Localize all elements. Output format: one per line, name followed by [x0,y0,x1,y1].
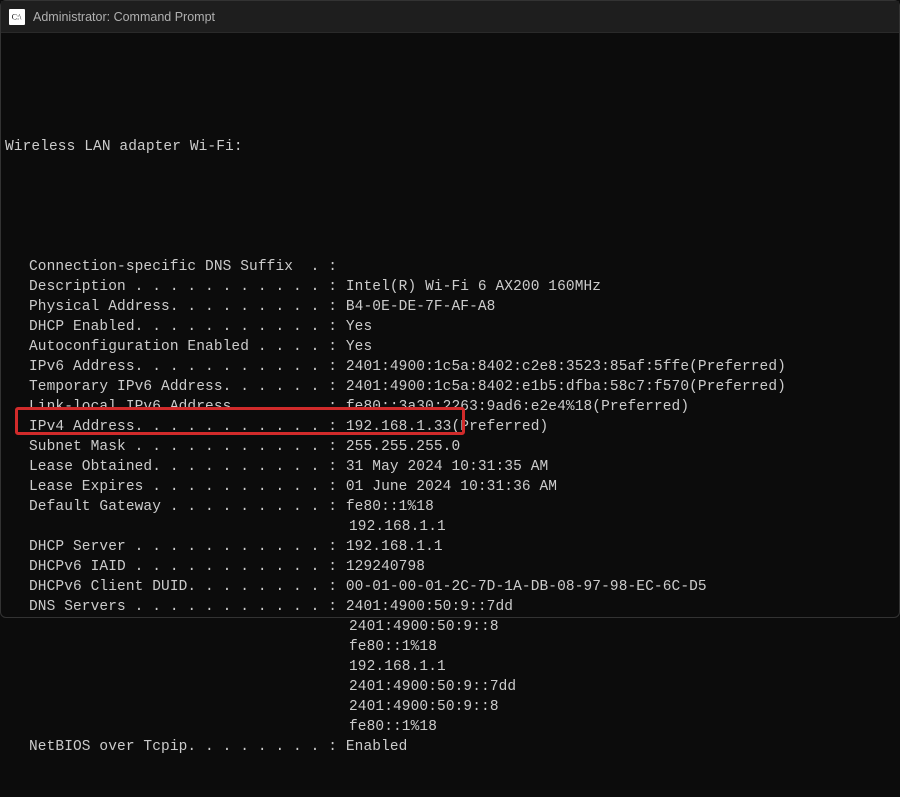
config-row: DHCPv6 IAID . . . . . . . . . . . : 1292… [5,557,899,577]
config-value: 255.255.255.0 [337,439,460,455]
config-value: 2401:4900:50:9::7dd [337,599,513,615]
config-label: DHCPv6 IAID . . . . . . . . . . . : [29,559,337,575]
config-value: B4-0E-DE-7F-AF-A8 [337,299,495,315]
config-label: Lease Obtained. . . . . . . . . . : [29,459,337,475]
config-row: Description . . . . . . . . . . . : Inte… [5,277,899,297]
config-row: Subnet Mask . . . . . . . . . . . : 255.… [5,437,899,457]
config-row: Connection-specific DNS Suffix . : [5,257,899,277]
config-label: DHCPv6 Client DUID. . . . . . . . : [29,579,337,595]
adapter-header: Wireless LAN adapter Wi-Fi: [5,137,899,157]
config-value: 2401:4900:1c5a:8402:e1b5:dfba:58c7:f570(… [337,379,786,395]
config-row: 192.168.1.1 [5,517,899,537]
config-value: Enabled [337,739,407,755]
config-label: Connection-specific DNS Suffix . : [29,259,337,275]
config-row: DHCPv6 Client DUID. . . . . . . . : 00-0… [5,577,899,597]
config-value: 01 June 2024 10:31:36 AM [337,479,557,495]
config-row: Lease Expires . . . . . . . . . . : 01 J… [5,477,899,497]
config-value: 192.168.1.33(Preferred) [337,419,548,435]
config-row: IPv6 Address. . . . . . . . . . . : 2401… [5,357,899,377]
config-row: 192.168.1.1 [5,657,899,677]
config-label: Lease Expires . . . . . . . . . . : [29,479,337,495]
config-value: fe80::3a30:2263:9ad6:e2e4%18(Preferred) [337,399,689,415]
config-value: Yes [337,319,372,335]
config-row: DHCP Enabled. . . . . . . . . . . : Yes [5,317,899,337]
config-value: 2401:4900:1c5a:8402:c2e8:3523:85af:5ffe(… [337,359,786,375]
config-value: Intel(R) Wi-Fi 6 AX200 160MHz [337,279,601,295]
config-label: DNS Servers . . . . . . . . . . . : [29,599,337,615]
terminal-output-wrap: Wireless LAN adapter Wi-Fi: Connection-s… [1,33,899,797]
config-value: 129240798 [337,559,425,575]
config-row: Autoconfiguration Enabled . . . . : Yes [5,337,899,357]
config-label: Description . . . . . . . . . . . : [29,279,337,295]
window-title: Administrator: Command Prompt [33,10,215,24]
config-row: DHCP Server . . . . . . . . . . . : 192.… [5,537,899,557]
config-value: 31 May 2024 10:31:35 AM [337,459,548,475]
config-row: Default Gateway . . . . . . . . . : fe80… [5,497,899,517]
config-value: fe80::1%18 [337,499,434,515]
config-label: Physical Address. . . . . . . . . : [29,299,337,315]
config-label: Autoconfiguration Enabled . . . . : [29,339,337,355]
cmd-icon: C:\ [9,9,25,25]
config-label: IPv4 Address. . . . . . . . . . . : [29,419,337,435]
config-row: 2401:4900:50:9::8 [5,617,899,637]
config-label: Subnet Mask . . . . . . . . . . . : [29,439,337,455]
config-row: fe80::1%18 [5,717,899,737]
config-value: Yes [337,339,372,355]
terminal-output: Wireless LAN adapter Wi-Fi: Connection-s… [1,33,899,797]
config-row: IPv4 Address. . . . . . . . . . . : 192.… [5,417,899,437]
config-label: IPv6 Address. . . . . . . . . . . : [29,359,337,375]
config-row: fe80::1%18 [5,637,899,657]
config-row: DNS Servers . . . . . . . . . . . : 2401… [5,597,899,617]
config-label: Link-local IPv6 Address . . . . . : [29,399,337,415]
config-row: Link-local IPv6 Address . . . . . : fe80… [5,397,899,417]
config-row: Lease Obtained. . . . . . . . . . : 31 M… [5,457,899,477]
window-titlebar[interactable]: C:\ Administrator: Command Prompt [1,1,899,33]
svg-text:C:\: C:\ [12,12,22,21]
config-label: DHCP Enabled. . . . . . . . . . . : [29,319,337,335]
config-value: 00-01-00-01-2C-7D-1A-DB-08-97-98-EC-6C-D… [337,579,707,595]
config-label: Temporary IPv6 Address. . . . . . : [29,379,337,395]
config-row: Physical Address. . . . . . . . . : B4-0… [5,297,899,317]
config-row: 2401:4900:50:9::7dd [5,677,899,697]
config-label: DHCP Server . . . . . . . . . . . : [29,539,337,555]
config-row: 2401:4900:50:9::8 [5,697,899,717]
config-value: 192.168.1.1 [337,539,443,555]
config-row: Temporary IPv6 Address. . . . . . : 2401… [5,377,899,397]
config-label: NetBIOS over Tcpip. . . . . . . . : [29,739,337,755]
config-label: Default Gateway . . . . . . . . . : [29,499,337,515]
config-row: NetBIOS over Tcpip. . . . . . . . : Enab… [5,737,899,757]
